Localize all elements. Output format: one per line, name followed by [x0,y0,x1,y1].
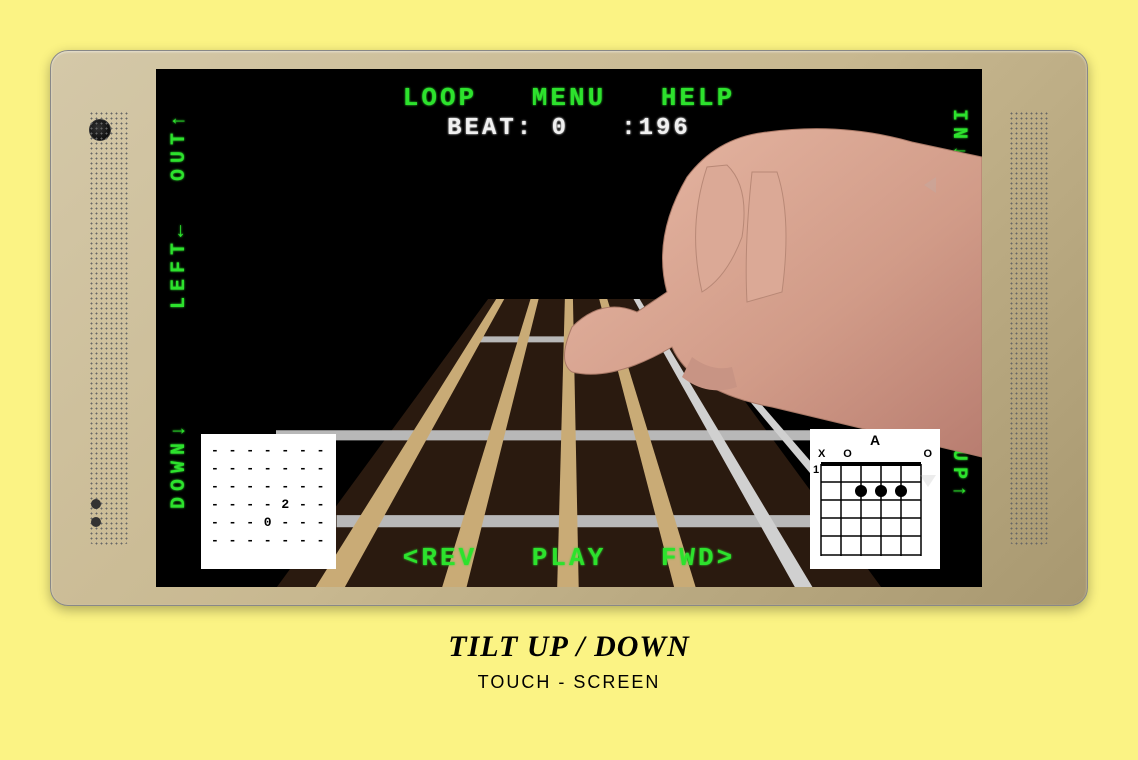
chord-open-markers: X O O [816,448,934,460]
chord-name: A [816,432,934,448]
play-button[interactable]: PLAY [532,543,606,573]
bottom-menu-bar: <REV PLAY FWD> [156,543,982,573]
caption-line2: TOUCH - SCREEN [0,672,1138,693]
loop-button[interactable]: LOOP [403,83,477,113]
caption-block: TILT UP / DOWN TOUCH - SCREEN [0,630,1138,693]
phone-device: LOOP MENU HELP BEAT: 0 :196 OUT↑ LEFT← D… [50,50,1088,606]
rev-button[interactable]: <REV [403,543,477,573]
tab-line: - - - - - - - [211,460,326,478]
tab-line: - - - 0 - - - [211,514,326,532]
bezel-left [61,61,146,595]
tab-line: - - - - - - - [211,478,326,496]
chord-marker: X [818,448,825,460]
tilt-out-label: OUT↑ [168,109,191,181]
tab-line: - - - - - - - [211,442,326,460]
help-button[interactable]: HELP [661,83,735,113]
tilt-down-label: DOWN↓ [168,419,191,509]
tab-line: - - - - 2 - - [211,496,326,514]
chord-marker: O [923,448,932,460]
fwd-button[interactable]: FWD> [661,543,735,573]
tilt-left-label: LEFT← [168,219,191,309]
speaker-grill-left [89,111,129,545]
chord-marker: O [843,448,852,460]
menu-button[interactable]: MENU [532,83,606,113]
speaker-grill-right [1009,111,1049,545]
android-recent-icon[interactable] [920,475,936,487]
beat-label: BEAT: [447,115,534,142]
android-back-icon[interactable] [924,177,936,193]
caption-line1: TILT UP / DOWN [0,630,1138,664]
bezel-right [992,61,1077,595]
sensor-dots [91,499,101,535]
top-menu-bar: LOOP MENU HELP [156,83,982,113]
app-screen[interactable]: LOOP MENU HELP BEAT: 0 :196 OUT↑ LEFT← D… [156,69,982,587]
